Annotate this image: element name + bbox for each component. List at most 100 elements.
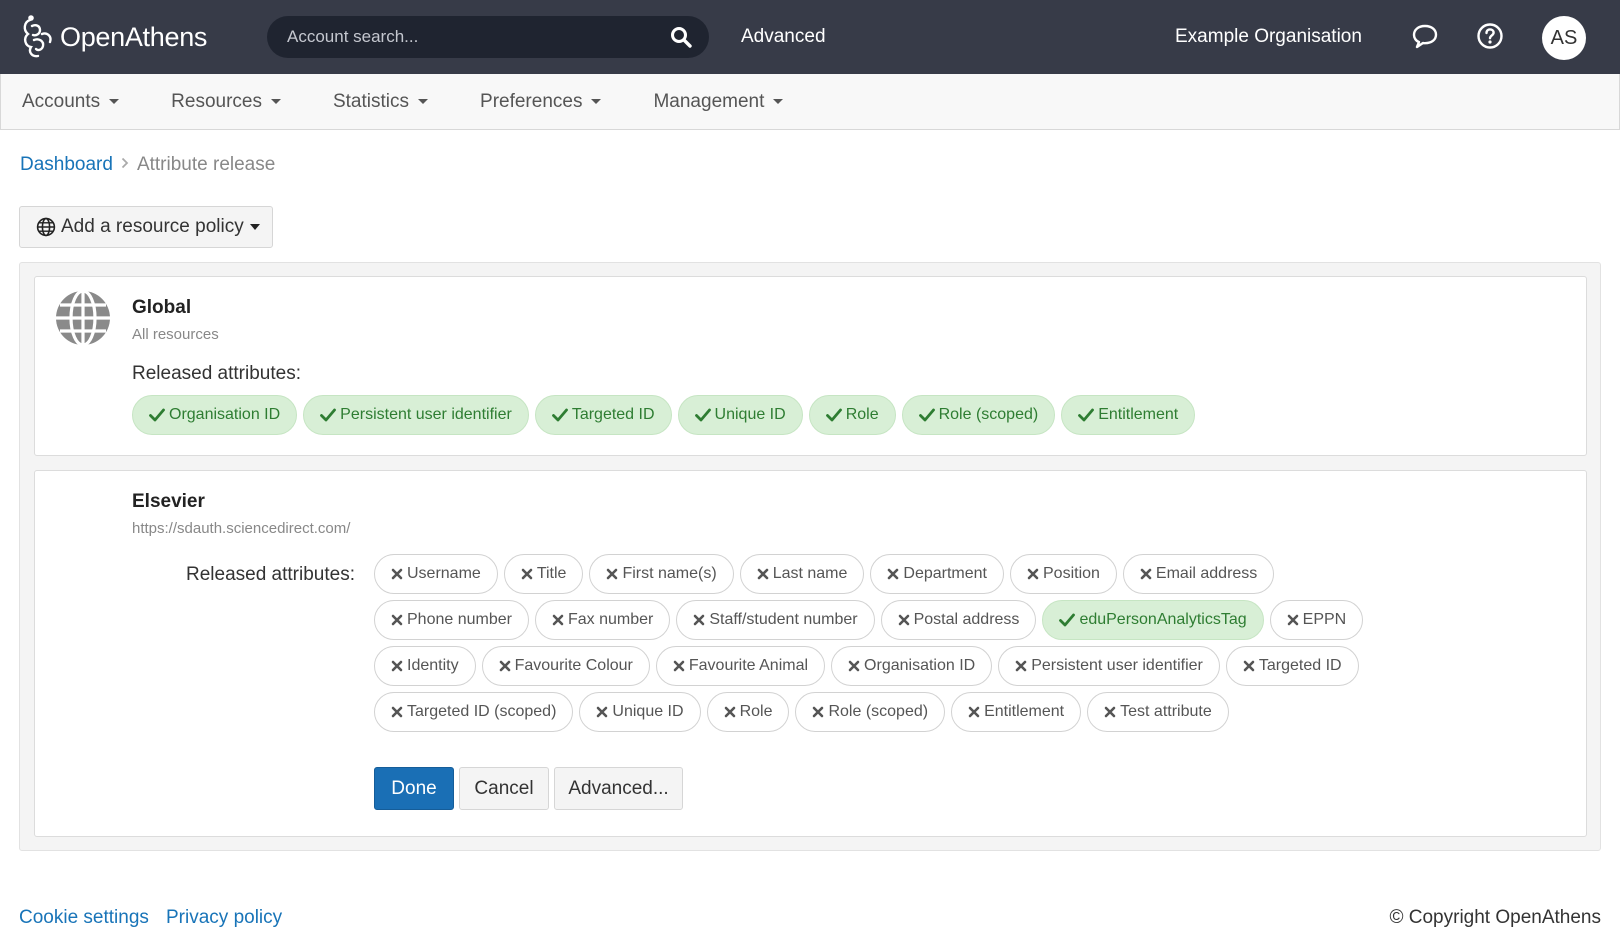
attribute-chip[interactable]: Unique ID	[579, 692, 701, 732]
attribute-chip[interactable]: Staff/student number	[676, 600, 875, 640]
breadcrumb-current: Attribute release	[136, 154, 276, 175]
elsevier-policy-card: Elsevier https://sdauth.sciencedirect.co…	[34, 470, 1587, 837]
check-icon	[1059, 613, 1076, 627]
attribute-chip-label: Persistent user identifier	[340, 406, 512, 423]
attribute-chip-label: Last name	[772, 565, 848, 582]
chat-icon[interactable]	[1409, 20, 1441, 52]
attribute-chip[interactable]: Position	[1010, 554, 1117, 594]
nav-item-accounts[interactable]: Accounts	[22, 90, 120, 113]
attribute-chip-label: Position	[1043, 565, 1100, 582]
nav-item-preferences[interactable]: Preferences	[480, 91, 602, 113]
nav-item-management[interactable]: Management	[653, 90, 784, 113]
attribute-chip-label: Unique ID	[714, 406, 786, 423]
attribute-chip-label: Targeted ID	[571, 406, 655, 423]
cross-icon	[1015, 660, 1027, 672]
attribute-chip-label: Postal address	[913, 611, 1020, 628]
cross-icon	[606, 568, 618, 580]
globe-icon	[56, 290, 110, 346]
search-icon[interactable]	[669, 25, 693, 49]
nav-item-label: Accounts	[22, 90, 101, 112]
attribute-chip[interactable]: Unique ID	[677, 395, 803, 435]
nav-item-label: Management	[653, 90, 765, 112]
search-input[interactable]	[267, 16, 669, 58]
cross-icon	[391, 660, 403, 672]
nav-item-resources[interactable]: Resources	[171, 91, 281, 113]
policy-subtitle: All resources	[132, 326, 219, 343]
cross-icon	[887, 568, 899, 580]
top-header: OpenAthens Advanced Example Organisation…	[0, 0, 1620, 74]
cookie-settings-link[interactable]: Cookie settings	[19, 907, 149, 929]
attribute-chip[interactable]: Postal address	[880, 600, 1037, 640]
help-icon[interactable]	[1474, 20, 1506, 52]
attribute-chip[interactable]: First name(s)	[589, 554, 734, 594]
attribute-chip[interactable]: Persistent user identifier	[303, 395, 529, 435]
attribute-chip[interactable]: Last name	[739, 554, 865, 594]
attribute-chip[interactable]: Persistent user identifier	[998, 646, 1220, 686]
cross-icon	[673, 660, 685, 672]
advanced-search-link[interactable]: Advanced	[741, 26, 826, 48]
logo-text: OpenAthens	[60, 21, 208, 52]
attribute-chip[interactable]: eduPersonAnalyticsTag	[1042, 600, 1264, 640]
avatar[interactable]: AS	[1542, 16, 1586, 60]
globe-icon	[36, 217, 56, 237]
attribute-chip-label: Role	[739, 703, 773, 720]
attribute-chip[interactable]: Targeted ID (scoped)	[374, 692, 574, 732]
cross-icon	[1140, 568, 1152, 580]
attribute-chip[interactable]: Title	[503, 554, 584, 594]
policy-url: https://sdauth.sciencedirect.com/	[132, 520, 351, 537]
global-attribute-chips: Organisation ID Persistent user identifie…	[132, 395, 1562, 441]
organisation-name[interactable]: Example Organisation	[1175, 26, 1362, 48]
policy-title: Global	[132, 297, 192, 318]
breadcrumb-dashboard-link[interactable]: Dashboard	[20, 154, 113, 176]
attribute-chip[interactable]: Email address	[1122, 554, 1275, 594]
attribute-chip[interactable]: Favourite Animal	[655, 646, 826, 686]
cancel-button[interactable]: Cancel	[459, 767, 549, 810]
check-icon	[149, 408, 165, 422]
attribute-chip[interactable]: Role (scoped)	[901, 395, 1056, 435]
nav-item-label: Resources	[171, 90, 262, 112]
attribute-chip[interactable]: Favourite Colour	[481, 646, 650, 686]
cross-icon	[552, 614, 564, 626]
attribute-chip-label: Persistent user identifier	[1031, 657, 1203, 674]
cross-icon	[391, 568, 403, 580]
chevron-right-icon	[121, 156, 129, 174]
check-icon	[825, 408, 842, 422]
check-icon	[1078, 408, 1095, 422]
attribute-chip[interactable]: Role	[706, 692, 790, 732]
attribute-chip[interactable]: Phone number	[374, 600, 529, 640]
advanced-button[interactable]: Advanced...	[554, 767, 683, 810]
privacy-policy-link[interactable]: Privacy policy	[166, 907, 282, 929]
attribute-chip[interactable]: Entitlement	[1061, 395, 1196, 435]
attribute-chip[interactable]: Fax number	[534, 600, 671, 640]
attribute-chip[interactable]: Entitlement	[951, 692, 1082, 732]
caret-down-icon	[109, 99, 120, 104]
attribute-chip[interactable]: Targeted ID	[534, 395, 672, 435]
cross-icon	[521, 568, 533, 580]
attribute-chip[interactable]: Identity	[374, 646, 476, 686]
attribute-chip[interactable]: Role	[808, 395, 896, 435]
cross-icon	[1027, 568, 1039, 580]
check-icon	[320, 408, 337, 422]
nav-item-statistics[interactable]: Statistics	[333, 91, 429, 113]
openathens-logo[interactable]: OpenAthens	[20, 14, 207, 60]
attribute-chip[interactable]: Targeted ID	[1225, 646, 1359, 686]
attribute-chip[interactable]: Username	[374, 554, 498, 594]
attribute-chip[interactable]: Department	[870, 554, 1004, 594]
attribute-chip-label: Fax number	[567, 611, 654, 628]
caret-down-icon	[418, 99, 429, 104]
add-resource-policy-button[interactable]: Add a resource policy	[19, 206, 273, 248]
attribute-chip-label: Title	[536, 565, 567, 582]
attribute-chip-label: Email address	[1155, 565, 1258, 582]
attribute-chip-label: Role (scoped)	[828, 703, 929, 720]
done-button[interactable]: Done	[374, 767, 454, 810]
attribute-chip[interactable]: Role (scoped)	[795, 692, 946, 732]
cross-icon	[724, 706, 736, 718]
attribute-chip[interactable]: Organisation ID	[831, 646, 993, 686]
attribute-chip[interactable]: Organisation ID	[132, 395, 298, 435]
attribute-chip[interactable]: EPPN	[1269, 600, 1364, 640]
main-nav: Accounts Resources Statistics Preference…	[0, 74, 1620, 130]
cross-icon	[391, 614, 403, 626]
cross-icon	[1104, 706, 1116, 718]
attribute-chip-label: eduPersonAnalyticsTag	[1079, 611, 1247, 628]
attribute-chip[interactable]: Test attribute	[1087, 692, 1229, 732]
